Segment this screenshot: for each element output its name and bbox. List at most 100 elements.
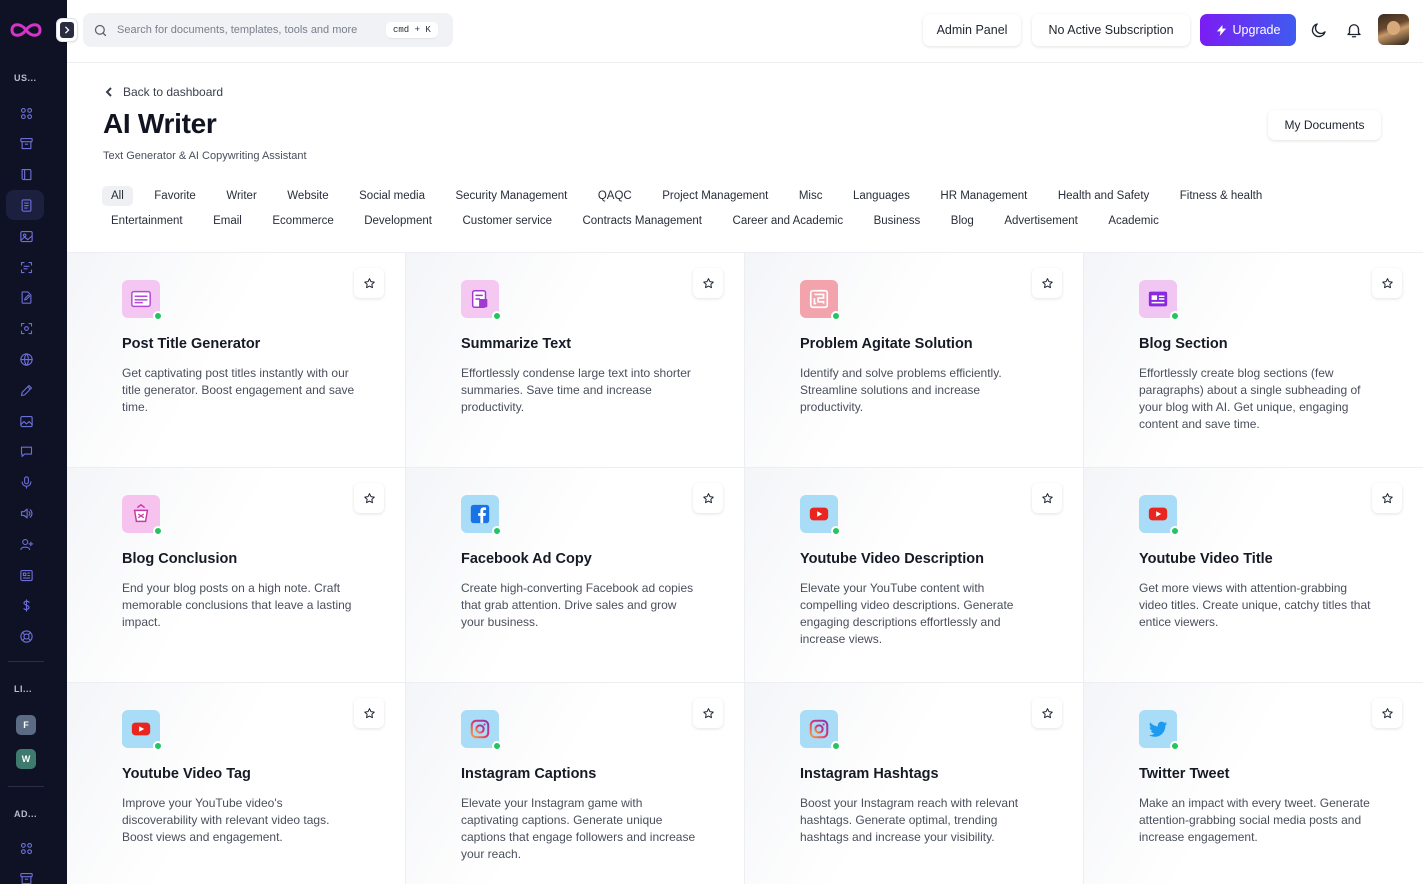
notifications-button[interactable]: [1343, 19, 1365, 41]
tool-card[interactable]: Blog Conclusion End your blog posts on a …: [67, 468, 406, 683]
sidebar-item-support[interactable]: [16, 627, 36, 647]
sidebar-link-w[interactable]: W: [16, 749, 36, 769]
tool-card[interactable]: Instagram Captions Elevate your Instagram…: [406, 683, 745, 884]
filter-tab[interactable]: Writer: [217, 186, 265, 206]
sidebar-collapse-button[interactable]: [56, 18, 78, 42]
filter-tab[interactable]: Fitness & health: [1171, 186, 1271, 206]
sidebar-item-cards[interactable]: [16, 565, 36, 585]
filter-tab[interactable]: QAQC: [589, 186, 641, 206]
sidebar-item-scan[interactable]: [16, 257, 36, 277]
tool-card[interactable]: Blog Section Effortlessly create blog sec…: [1084, 253, 1423, 468]
tool-title: Instagram Captions: [461, 766, 597, 782]
tool-card[interactable]: Facebook Ad Copy Create high-converting F…: [406, 468, 745, 683]
tool-card[interactable]: Twitter Tweet Make an impact with every t…: [1084, 683, 1423, 884]
tool-card[interactable]: Problem Agitate Solution Identify and sol…: [745, 253, 1084, 468]
document-icon: [21, 199, 31, 212]
upgrade-button[interactable]: Upgrade: [1200, 14, 1296, 46]
favorite-button-youtube-video-title[interactable]: [1372, 483, 1402, 513]
cards-icon: [19, 569, 33, 581]
subscription-button[interactable]: No Active Subscription: [1032, 14, 1190, 46]
favorite-button-instagram-hashtags[interactable]: [1032, 698, 1062, 728]
dark-mode-toggle[interactable]: [1308, 19, 1330, 41]
tool-title: Youtube Video Title: [1139, 551, 1273, 567]
filter-tab[interactable]: Website: [278, 186, 337, 206]
sidebar-item-file-edit[interactable]: [16, 288, 36, 308]
filter-tab[interactable]: Entertainment: [102, 211, 192, 231]
tool-card[interactable]: Instagram Hashtags Boost your Instagram r…: [745, 683, 1084, 884]
tool-card[interactable]: Youtube Video Tag Improve your YouTube vi…: [67, 683, 406, 884]
filter-tab[interactable]: Blog: [942, 211, 983, 231]
favorite-button-facebook-ad-copy[interactable]: [693, 483, 723, 513]
sidebar-item-globe[interactable]: [16, 349, 36, 369]
search-input[interactable]: [117, 24, 382, 36]
back-to-dashboard-link[interactable]: Back to dashboard: [104, 85, 223, 99]
filter-tab[interactable]: Career and Academic: [724, 211, 853, 231]
sidebar-item-chat[interactable]: [16, 442, 36, 462]
sidebar-link-f[interactable]: F: [16, 715, 36, 735]
search-bar[interactable]: cmd + K: [83, 13, 453, 47]
tool-card[interactable]: Post Title Generator Get captivating post…: [67, 253, 406, 468]
grid-icon: [20, 107, 32, 119]
sidebar-item-pen[interactable]: [16, 380, 36, 400]
filter-tab[interactable]: Misc: [790, 186, 832, 206]
moon-icon: [1311, 23, 1326, 38]
favorite-button-youtube-video-tag[interactable]: [354, 698, 384, 728]
admin-panel-button[interactable]: Admin Panel: [923, 14, 1021, 46]
book-icon: [21, 169, 31, 181]
filter-tab[interactable]: Languages: [844, 186, 919, 206]
pen-icon: [20, 384, 32, 396]
sidebar-item-mic[interactable]: [16, 473, 36, 493]
tool-card[interactable]: Youtube Video Title Get more views with a…: [1084, 468, 1423, 683]
filter-tab[interactable]: Business: [865, 211, 930, 231]
bolt-icon: [1216, 24, 1226, 36]
filter-tab[interactable]: Social media: [350, 186, 434, 206]
sidebar-item-speaker[interactable]: [16, 503, 36, 523]
admin-item-grid[interactable]: [16, 838, 36, 858]
filter-tab[interactable]: Academic: [1099, 211, 1168, 231]
filter-tab[interactable]: Customer service: [454, 211, 561, 231]
filter-row: All Favorite Writer Website Social media Secu…: [102, 183, 1322, 208]
file-edit-icon: [21, 291, 31, 304]
sidebar-item-document[interactable]: [16, 195, 36, 215]
favorite-button-problem-agitate-solution[interactable]: [1032, 268, 1062, 298]
filter-tab[interactable]: Ecommerce: [263, 211, 342, 231]
filter-tab[interactable]: Health and Safety: [1049, 186, 1158, 206]
filter-tab[interactable]: HR Management: [931, 186, 1036, 206]
admin-item-archive[interactable]: [16, 868, 36, 884]
filter-tab[interactable]: Contracts Management: [573, 211, 711, 231]
favorite-button-twitter-tweet[interactable]: [1372, 698, 1402, 728]
sidebar-item-grid[interactable]: [16, 103, 36, 123]
sidebar-item-image[interactable]: [16, 226, 36, 246]
my-documents-button[interactable]: My Documents: [1268, 110, 1381, 140]
favorite-button-youtube-video-description[interactable]: [1032, 483, 1062, 513]
favorite-button-post-title-generator[interactable]: [354, 268, 384, 298]
filter-tab[interactable]: All: [102, 185, 133, 206]
star-icon: [1381, 277, 1393, 288]
favorite-button-blog-section[interactable]: [1372, 268, 1402, 298]
tool-card[interactable]: Summarize Text Effortlessly condense larg…: [406, 253, 745, 468]
sidebar-item-camera-scan[interactable]: [16, 319, 36, 339]
favorite-button-summarize-text[interactable]: [693, 268, 723, 298]
sidebar-item-dollar[interactable]: [16, 596, 36, 616]
favorite-button-blog-conclusion[interactable]: [354, 483, 384, 513]
summarize-icon: [461, 280, 502, 321]
sidebar-item-book[interactable]: [16, 165, 36, 185]
sidebar-item-photo[interactable]: [16, 411, 36, 431]
avatar[interactable]: [1378, 14, 1409, 45]
sidebar-divider: [8, 786, 44, 787]
sidebar-item-archive[interactable]: [16, 134, 36, 154]
filter-tab[interactable]: Email: [204, 211, 251, 231]
filter-tab[interactable]: Security Management: [446, 186, 576, 206]
favorite-button-instagram-captions[interactable]: [693, 698, 723, 728]
post-title-icon: [122, 280, 163, 321]
tool-card[interactable]: Youtube Video Description Elevate your Yo…: [745, 468, 1084, 683]
logo-icon[interactable]: [8, 18, 44, 42]
status-dot: [831, 526, 841, 536]
status-dot: [1170, 741, 1180, 751]
filter-tab[interactable]: Advertisement: [995, 211, 1087, 231]
sidebar-item-user-plus[interactable]: [16, 534, 36, 554]
filter-tab[interactable]: Development: [355, 211, 441, 231]
twitter-icon: [1139, 710, 1180, 751]
filter-tab[interactable]: Favorite: [145, 186, 205, 206]
filter-tab[interactable]: Project Management: [653, 186, 777, 206]
